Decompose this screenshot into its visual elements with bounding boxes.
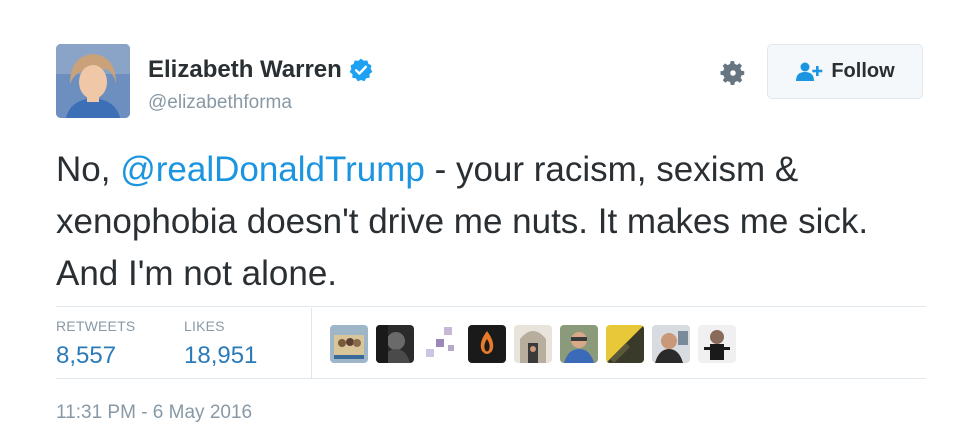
likes-stat[interactable]: LIKES 18,951 <box>184 318 257 370</box>
user-name[interactable]: Elizabeth Warren <box>148 56 342 84</box>
retweets-label: RETWEETS <box>56 318 136 334</box>
follow-button[interactable]: Follow <box>767 44 923 99</box>
avatar-image <box>56 44 130 118</box>
liker-avatar-7[interactable] <box>606 325 644 363</box>
liker-avatar-8[interactable] <box>652 325 690 363</box>
tweet-text-start: No, <box>56 150 121 189</box>
follow-user-icon <box>795 61 823 83</box>
tweet-mention-link[interactable]: @realDonaldTrump <box>120 150 425 189</box>
user-handle[interactable]: @elizabethforma <box>148 92 292 114</box>
liker-avatar-2[interactable] <box>376 325 414 363</box>
liker-avatar-1[interactable] <box>330 325 368 363</box>
verified-badge-icon <box>348 57 374 83</box>
retweets-count: 8,557 <box>56 342 117 369</box>
liker-avatar-5[interactable] <box>514 325 552 363</box>
likes-count: 18,951 <box>184 342 258 369</box>
follow-button-label: Follow <box>831 60 895 82</box>
liker-avatar-6[interactable] <box>560 325 598 363</box>
liker-avatar-4[interactable] <box>468 325 506 363</box>
retweets-stat[interactable]: RETWEETS 8,557 <box>56 318 135 370</box>
stats-vertical-divider <box>311 308 312 378</box>
user-name-row: Elizabeth Warren <box>148 56 374 84</box>
tweet-timestamp[interactable]: 11:31 PM - 6 May 2016 <box>56 402 252 424</box>
gear-icon[interactable] <box>718 58 748 88</box>
liker-avatars <box>330 325 736 363</box>
profile-avatar[interactable] <box>56 44 130 118</box>
tweet-text: No, @realDonaldTrump - your racism, sexi… <box>56 144 936 300</box>
stats-bottom-divider <box>56 378 926 379</box>
likes-label: LIKES <box>184 318 225 334</box>
liker-avatar-3[interactable] <box>422 325 460 363</box>
stats-top-divider <box>56 306 926 307</box>
liker-avatar-9[interactable] <box>698 325 736 363</box>
